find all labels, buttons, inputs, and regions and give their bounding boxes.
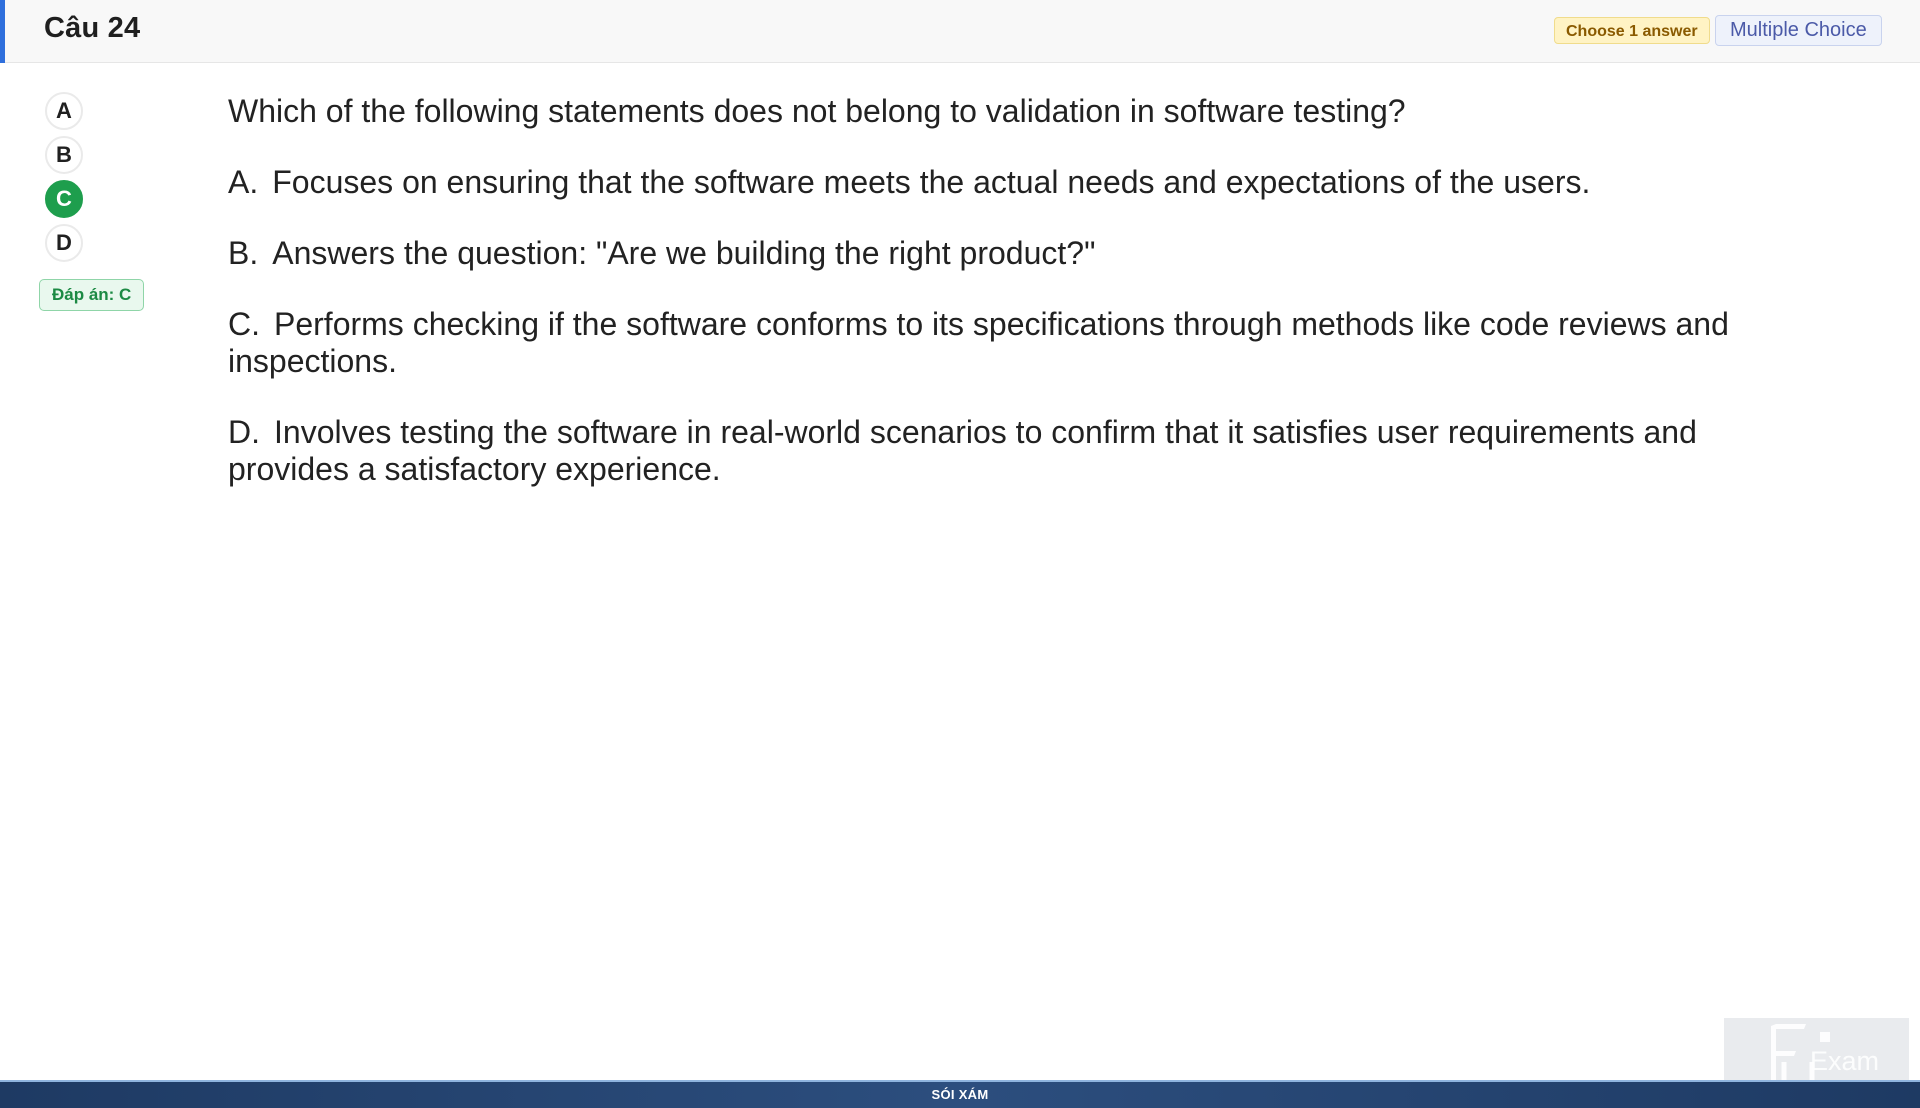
choice-d: D. Involves testing the software in real-… [228,414,1758,488]
choice-c-text: Performs checking if the software confor… [228,306,1729,379]
footer-credit: SÓI XÁM [931,1087,989,1102]
question-header: Câu 24 Choose 1 answer Multiple Choice [0,0,1920,63]
choice-c-letter: C. [228,306,260,342]
choose-count-badge: Choose 1 answer [1554,17,1710,44]
page: Câu 24 Choose 1 answer Multiple Choice A… [0,0,1920,1108]
option-c-button[interactable]: C [45,180,83,218]
question-content: Which of the following statements does n… [228,93,1758,522]
question-text: Which of the following statements does n… [228,93,1406,129]
question-type-badge: Multiple Choice [1715,15,1882,46]
footer-bar: SÓI XÁM [0,1080,1920,1108]
choice-b: B. Answers the question: "Are we building… [228,235,1758,272]
answer-options: A B C D [45,92,89,268]
option-b-button[interactable]: B [45,136,83,174]
choice-a-letter: A. [228,164,259,200]
question-number-title: Câu 24 [44,12,141,44]
choice-a: A. Focuses on ensuring that the software … [228,164,1758,201]
choice-a-text: Focuses on ensuring that the software me… [272,164,1591,200]
correct-answer-badge: Đáp án: C [39,279,145,311]
choice-d-text: Involves testing the software in real-wo… [228,414,1697,487]
header-accent-bar [0,0,5,63]
choice-b-letter: B. [228,235,259,271]
choice-d-letter: D. [228,414,260,450]
option-d-button[interactable]: D [45,224,83,262]
choice-c: C. Performs checking if the software conf… [228,306,1758,380]
svg-text:Exam: Exam [1810,1046,1879,1076]
option-a-button[interactable]: A [45,92,83,130]
choice-b-text: Answers the question: "Are we building t… [272,235,1096,271]
